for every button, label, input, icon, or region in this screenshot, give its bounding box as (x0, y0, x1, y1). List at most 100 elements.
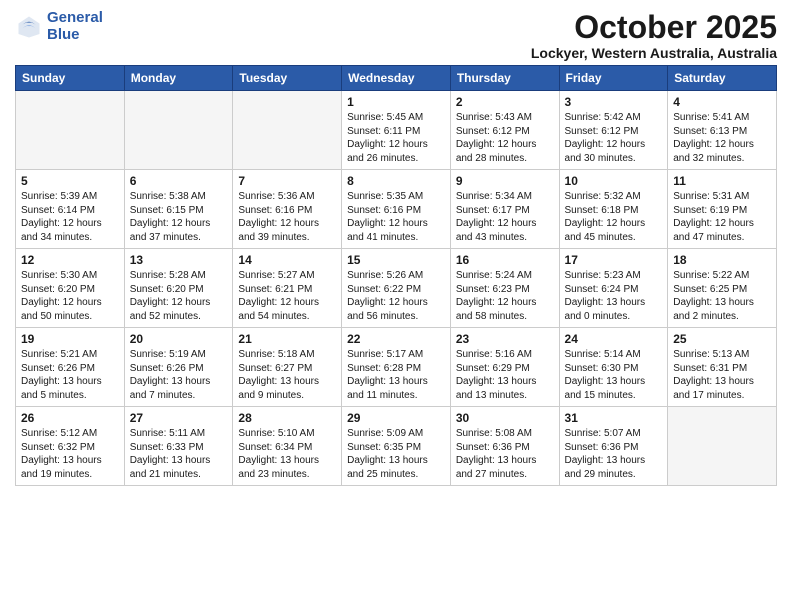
day-number: 28 (238, 411, 336, 425)
calendar-cell: 10 Sunrise: 5:32 AM Sunset: 6:18 PM Dayli… (559, 170, 668, 249)
logo-icon (15, 13, 43, 41)
day-number: 30 (456, 411, 554, 425)
calendar-cell: 17 Sunrise: 5:23 AM Sunset: 6:24 PM Dayli… (559, 249, 668, 328)
calendar-cell (233, 91, 342, 170)
calendar-cell: 29Sunrise: 5:09 AM Sunset: 6:35 PM Dayli… (342, 407, 451, 486)
day-info: Sunrise: 5:19 AM Sunset: 6:26 PM Dayligh… (130, 348, 228, 402)
calendar-cell: 15 Sunrise: 5:26 AM Sunset: 6:22 PM Dayli… (342, 249, 451, 328)
calendar-cell: 12 Sunrise: 5:30 AM Sunset: 6:20 PM Dayli… (16, 249, 125, 328)
location: Lockyer, Western Australia, Australia (531, 45, 777, 61)
day-info: Sunrise: 5:43 AM Sunset: 6:12 PM Dayligh… (456, 111, 554, 165)
day-info: Sunrise: 5:34 AM Sunset: 6:17 PM Dayligh… (456, 190, 554, 244)
calendar-cell (124, 91, 233, 170)
day-info: Sunrise: 5:32 AM Sunset: 6:18 PM Dayligh… (565, 190, 663, 244)
day-info: Sunrise: 5:13 AM Sunset: 6:31 PM Dayligh… (673, 348, 771, 402)
day-number: 22 (347, 332, 445, 346)
col-monday: Monday (124, 66, 233, 91)
logo-text: General Blue (47, 10, 103, 43)
calendar-cell: 28Sunrise: 5:10 AM Sunset: 6:34 PM Dayli… (233, 407, 342, 486)
day-number: 20 (130, 332, 228, 346)
calendar-cell: 6 Sunrise: 5:38 AM Sunset: 6:15 PM Daylig… (124, 170, 233, 249)
calendar-cell: 19 Sunrise: 5:21 AM Sunset: 6:26 PM Dayli… (16, 328, 125, 407)
calendar-cell: 4 Sunrise: 5:41 AM Sunset: 6:13 PM Daylig… (668, 91, 777, 170)
day-number: 4 (673, 95, 771, 109)
day-info: Sunrise: 5:31 AM Sunset: 6:19 PM Dayligh… (673, 190, 771, 244)
calendar-week-0: 1Sunrise: 5:45 AM Sunset: 6:11 PM Daylig… (16, 91, 777, 170)
day-number: 10 (565, 174, 663, 188)
day-info: Sunrise: 5:21 AM Sunset: 6:26 PM Dayligh… (21, 348, 119, 402)
calendar-cell: 16Sunrise: 5:24 AM Sunset: 6:23 PM Dayli… (450, 249, 559, 328)
day-number: 11 (673, 174, 771, 188)
calendar-cell: 31 Sunrise: 5:07 AM Sunset: 6:36 PM Dayli… (559, 407, 668, 486)
calendar-week-3: 19 Sunrise: 5:21 AM Sunset: 6:26 PM Dayli… (16, 328, 777, 407)
calendar-cell: 1Sunrise: 5:45 AM Sunset: 6:11 PM Daylig… (342, 91, 451, 170)
day-info: Sunrise: 5:35 AM Sunset: 6:16 PM Dayligh… (347, 190, 445, 244)
calendar-cell: 3 Sunrise: 5:42 AM Sunset: 6:12 PM Daylig… (559, 91, 668, 170)
calendar-cell: 18 Sunrise: 5:22 AM Sunset: 6:25 PM Dayli… (668, 249, 777, 328)
header-row: Sunday Monday Tuesday Wednesday Thursday… (16, 66, 777, 91)
calendar-cell: 23 Sunrise: 5:16 AM Sunset: 6:29 PM Dayli… (450, 328, 559, 407)
day-number: 9 (456, 174, 554, 188)
day-info: Sunrise: 5:07 AM Sunset: 6:36 PM Dayligh… (565, 427, 663, 481)
day-number: 19 (21, 332, 119, 346)
day-number: 2 (456, 95, 554, 109)
calendar-cell: 21Sunrise: 5:18 AM Sunset: 6:27 PM Dayli… (233, 328, 342, 407)
day-number: 17 (565, 253, 663, 267)
calendar-cell: 22Sunrise: 5:17 AM Sunset: 6:28 PM Dayli… (342, 328, 451, 407)
day-info: Sunrise: 5:30 AM Sunset: 6:20 PM Dayligh… (21, 269, 119, 323)
day-number: 13 (130, 253, 228, 267)
day-info: Sunrise: 5:41 AM Sunset: 6:13 PM Dayligh… (673, 111, 771, 165)
calendar-cell: 20 Sunrise: 5:19 AM Sunset: 6:26 PM Dayli… (124, 328, 233, 407)
day-number: 12 (21, 253, 119, 267)
calendar-cell (668, 407, 777, 486)
calendar-cell: 26 Sunrise: 5:12 AM Sunset: 6:32 PM Dayli… (16, 407, 125, 486)
month-title: October 2025 (531, 10, 777, 45)
day-number: 21 (238, 332, 336, 346)
day-number: 24 (565, 332, 663, 346)
calendar-cell: 2 Sunrise: 5:43 AM Sunset: 6:12 PM Daylig… (450, 91, 559, 170)
day-info: Sunrise: 5:14 AM Sunset: 6:30 PM Dayligh… (565, 348, 663, 402)
day-info: Sunrise: 5:24 AM Sunset: 6:23 PM Dayligh… (456, 269, 554, 323)
day-info: Sunrise: 5:16 AM Sunset: 6:29 PM Dayligh… (456, 348, 554, 402)
calendar-cell: 24 Sunrise: 5:14 AM Sunset: 6:30 PM Dayli… (559, 328, 668, 407)
day-number: 25 (673, 332, 771, 346)
calendar-cell: 27 Sunrise: 5:11 AM Sunset: 6:33 PM Dayli… (124, 407, 233, 486)
day-number: 15 (347, 253, 445, 267)
logo: General Blue (15, 10, 103, 43)
day-info: Sunrise: 5:26 AM Sunset: 6:22 PM Dayligh… (347, 269, 445, 323)
day-number: 3 (565, 95, 663, 109)
day-number: 27 (130, 411, 228, 425)
day-info: Sunrise: 5:12 AM Sunset: 6:32 PM Dayligh… (21, 427, 119, 481)
col-sunday: Sunday (16, 66, 125, 91)
day-info: Sunrise: 5:39 AM Sunset: 6:14 PM Dayligh… (21, 190, 119, 244)
col-thursday: Thursday (450, 66, 559, 91)
day-number: 26 (21, 411, 119, 425)
day-info: Sunrise: 5:23 AM Sunset: 6:24 PM Dayligh… (565, 269, 663, 323)
title-block: October 2025 Lockyer, Western Australia,… (531, 10, 777, 61)
col-saturday: Saturday (668, 66, 777, 91)
calendar-cell: 5 Sunrise: 5:39 AM Sunset: 6:14 PM Daylig… (16, 170, 125, 249)
day-number: 7 (238, 174, 336, 188)
calendar-cell: 11 Sunrise: 5:31 AM Sunset: 6:19 PM Dayli… (668, 170, 777, 249)
day-info: Sunrise: 5:22 AM Sunset: 6:25 PM Dayligh… (673, 269, 771, 323)
day-number: 18 (673, 253, 771, 267)
day-info: Sunrise: 5:42 AM Sunset: 6:12 PM Dayligh… (565, 111, 663, 165)
day-number: 29 (347, 411, 445, 425)
col-wednesday: Wednesday (342, 66, 451, 91)
day-info: Sunrise: 5:38 AM Sunset: 6:15 PM Dayligh… (130, 190, 228, 244)
calendar-cell (16, 91, 125, 170)
calendar-cell: 9 Sunrise: 5:34 AM Sunset: 6:17 PM Daylig… (450, 170, 559, 249)
day-number: 5 (21, 174, 119, 188)
day-number: 6 (130, 174, 228, 188)
calendar-cell: 13Sunrise: 5:28 AM Sunset: 6:20 PM Dayli… (124, 249, 233, 328)
day-info: Sunrise: 5:36 AM Sunset: 6:16 PM Dayligh… (238, 190, 336, 244)
calendar-cell: 14Sunrise: 5:27 AM Sunset: 6:21 PM Dayli… (233, 249, 342, 328)
day-info: Sunrise: 5:11 AM Sunset: 6:33 PM Dayligh… (130, 427, 228, 481)
calendar-cell: 8 Sunrise: 5:35 AM Sunset: 6:16 PM Daylig… (342, 170, 451, 249)
day-number: 23 (456, 332, 554, 346)
day-number: 8 (347, 174, 445, 188)
day-number: 14 (238, 253, 336, 267)
calendar-cell: 30Sunrise: 5:08 AM Sunset: 6:36 PM Dayli… (450, 407, 559, 486)
col-tuesday: Tuesday (233, 66, 342, 91)
day-number: 31 (565, 411, 663, 425)
